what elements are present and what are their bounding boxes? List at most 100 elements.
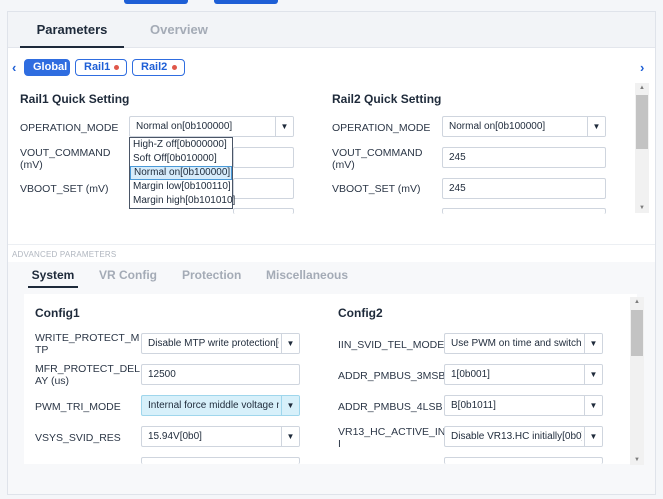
config2-row-label: IIN_SVID_TEL_MODE bbox=[338, 339, 445, 351]
mfr-protect-delay-input[interactable]: 12500 bbox=[141, 364, 300, 385]
dropdown-option[interactable]: High-Z off[0b000000] bbox=[130, 138, 232, 152]
chip-label: Rail1 bbox=[84, 61, 111, 73]
rail1-vboot-input[interactable] bbox=[233, 178, 294, 199]
config1-row-label: VSYS_SVID_RES bbox=[35, 432, 121, 444]
tab-protection[interactable]: Protection bbox=[182, 266, 241, 284]
tab-miscellaneous[interactable]: Miscellaneous bbox=[266, 266, 348, 284]
select-value: Normal on[0b100000] bbox=[449, 121, 546, 132]
select-value: B[0b1011] bbox=[451, 400, 496, 411]
advanced-scrollbar[interactable]: ▲ ▼ bbox=[630, 297, 644, 465]
vr13-hc-active-ini-select[interactable]: Disable VR13.HC initially[0b0] ▼ bbox=[444, 426, 603, 447]
label-line: (mV) bbox=[20, 159, 43, 171]
rail2-vboot-label: VBOOT_SET (mV) bbox=[332, 183, 421, 195]
config2-row-label: ADDR_PMBUS_3MSB bbox=[338, 370, 446, 382]
rail1-next-input[interactable] bbox=[233, 208, 294, 214]
config1-row-label: WRITE_PROTECT_M TP bbox=[35, 332, 139, 356]
scrollbar-thumb[interactable] bbox=[636, 95, 648, 149]
rail1-operation-mode-select[interactable]: Normal on[0b100000] ▼ bbox=[129, 116, 294, 137]
scroll-up-icon[interactable]: ▲ bbox=[635, 83, 649, 93]
rail1-operation-mode-label: OPERATION_MODE bbox=[20, 122, 119, 134]
label-line: WRITE_PROTECT_M bbox=[35, 332, 140, 344]
scrollbar-thumb[interactable] bbox=[631, 310, 643, 356]
tab-vr-config[interactable]: VR Config bbox=[99, 266, 157, 284]
chip-global[interactable]: Global bbox=[24, 59, 70, 76]
iin-svid-tel-mode-select[interactable]: Use PWM on time and switching ▼ bbox=[444, 333, 603, 354]
select-value: Use PWM on time and switching bbox=[451, 338, 582, 349]
rail2-vout-input[interactable]: 245 bbox=[442, 147, 606, 168]
system-config-panel: Config1 WRITE_PROTECT_M TP Disable MTP w… bbox=[24, 294, 637, 464]
config2-row-label: ADDR_PMBUS_4LSB bbox=[338, 401, 443, 413]
dropdown-option[interactable]: Margin low[0b100110] bbox=[130, 180, 232, 194]
chevron-down-icon[interactable]: ▼ bbox=[275, 117, 293, 136]
scroll-down-icon[interactable]: ▼ bbox=[630, 455, 644, 465]
chevron-down-icon[interactable]: ▼ bbox=[281, 427, 299, 446]
write-protect-mtp-select[interactable]: Disable MTP write protection[0x0] ▼ bbox=[141, 333, 300, 354]
chevron-down-icon[interactable]: ▼ bbox=[584, 334, 602, 353]
vsys-svid-res-select[interactable]: 15.94V[0b0] ▼ bbox=[141, 426, 300, 447]
tab-parameters[interactable]: Parameters bbox=[20, 12, 124, 48]
divider bbox=[8, 244, 655, 245]
status-dot-icon bbox=[114, 65, 119, 70]
rail2-operation-mode-label: OPERATION_MODE bbox=[332, 122, 431, 134]
config1-row-label: PWM_TRI_MODE bbox=[35, 401, 121, 413]
select-value: Disable VR13.HC initially[0b0] bbox=[451, 431, 582, 442]
advanced-parameters-label: ADVANCED PARAMETERS bbox=[12, 250, 117, 259]
rail2-vboot-input[interactable]: 245 bbox=[442, 178, 606, 199]
addr-pmbus-3msb-select[interactable]: 1[0b001] ▼ bbox=[444, 364, 603, 385]
rail2-title: Rail2 Quick Setting bbox=[332, 92, 442, 106]
label-line: TP bbox=[35, 344, 49, 356]
select-value: Disable MTP write protection[0x0] bbox=[148, 338, 279, 349]
tab-system[interactable]: System bbox=[28, 266, 78, 288]
chip-label: Global bbox=[33, 61, 68, 73]
label-line: VOUT_COMMAND bbox=[332, 147, 423, 159]
addr-pmbus-4lsb-select[interactable]: B[0b1011] ▼ bbox=[444, 395, 603, 416]
label-line: VR13_HC_ACTIVE_IN bbox=[338, 426, 446, 438]
config1-next-field[interactable] bbox=[141, 457, 300, 464]
chevron-down-icon[interactable]: ▼ bbox=[281, 396, 299, 415]
label-line: VOUT_COMMAND bbox=[20, 147, 111, 159]
scroll-down-icon[interactable]: ▼ bbox=[635, 203, 649, 213]
label-line: AY (us) bbox=[35, 375, 70, 387]
chevron-right-icon[interactable]: › bbox=[640, 59, 644, 77]
rail2-next-input[interactable] bbox=[442, 208, 606, 214]
chevron-left-icon[interactable]: ‹ bbox=[12, 59, 16, 77]
rail2-vout-label: VOUT_COMMAND (mV) bbox=[332, 147, 422, 171]
chevron-down-icon[interactable]: ▼ bbox=[584, 365, 602, 384]
chevron-down-icon[interactable]: ▼ bbox=[281, 334, 299, 353]
config1-title: Config1 bbox=[35, 306, 80, 320]
dropdown-option-selected[interactable]: Normal on[0b100000] bbox=[130, 166, 232, 180]
label-line: (mV) bbox=[332, 159, 355, 171]
tab-overview[interactable]: Overview bbox=[150, 12, 208, 48]
select-value: 15.94V[0b0] bbox=[148, 431, 202, 442]
config2-row-label: VR13_HC_ACTIVE_IN I bbox=[338, 426, 445, 450]
select-value: Internal force middle voltage mode bbox=[148, 400, 279, 411]
parameters-panel: Parameters Overview ‹ Global Rail1 Rail2… bbox=[7, 11, 656, 495]
toolbar-button-2[interactable] bbox=[214, 0, 278, 4]
chip-label: Rail2 bbox=[141, 61, 168, 73]
rail1-vout-label: VOUT_COMMAND (mV) bbox=[20, 147, 110, 171]
rail2-operation-mode-select[interactable]: Normal on[0b100000] ▼ bbox=[442, 116, 606, 137]
status-dot-icon bbox=[172, 65, 177, 70]
operation-mode-dropdown: High-Z off[0b000000] Soft Off[0b010000] … bbox=[129, 137, 235, 209]
select-value: Normal on[0b100000] bbox=[136, 121, 233, 132]
config2-title: Config2 bbox=[338, 306, 383, 320]
pwm-tri-mode-select[interactable]: Internal force middle voltage mode ▼ bbox=[141, 395, 300, 416]
top-toolbar bbox=[0, 0, 663, 10]
config2-next-field[interactable] bbox=[444, 457, 603, 464]
main-tabs: Parameters Overview bbox=[8, 12, 655, 48]
chevron-down-icon[interactable]: ▼ bbox=[584, 396, 602, 415]
dropdown-option[interactable]: Margin high[0b101010] bbox=[130, 194, 235, 208]
dropdown-option[interactable]: Soft Off[0b010000] bbox=[130, 152, 232, 166]
chip-rail1[interactable]: Rail1 bbox=[75, 59, 127, 76]
select-value: 1[0b001] bbox=[451, 369, 490, 380]
chevron-down-icon[interactable]: ▼ bbox=[584, 427, 602, 446]
scroll-up-icon[interactable]: ▲ bbox=[630, 297, 644, 307]
toolbar-button-1[interactable] bbox=[124, 0, 188, 4]
quick-settings-scrollbar[interactable]: ▲ ▼ bbox=[635, 83, 649, 213]
rail1-vout-input[interactable] bbox=[233, 147, 294, 168]
label-line: MFR_PROTECT_DEL bbox=[35, 363, 141, 375]
rail-chip-row: ‹ Global Rail1 Rail2 › bbox=[8, 59, 655, 77]
config1-row-label: MFR_PROTECT_DEL AY (us) bbox=[35, 363, 140, 387]
chevron-down-icon[interactable]: ▼ bbox=[587, 117, 605, 136]
chip-rail2[interactable]: Rail2 bbox=[132, 59, 185, 76]
